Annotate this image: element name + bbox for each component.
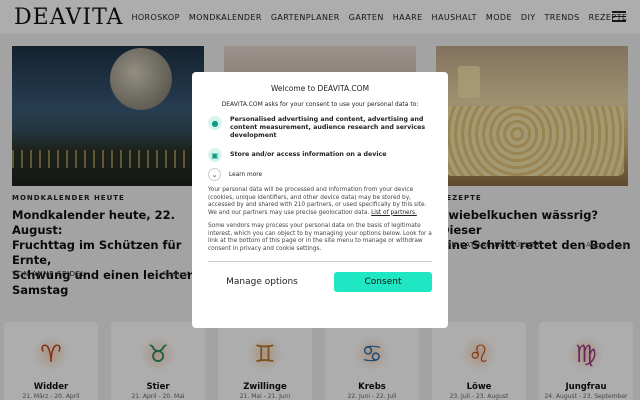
person-icon: ● (208, 116, 222, 130)
divider (208, 261, 432, 262)
purpose-storage-label: Store and/or access information on a dev… (230, 151, 387, 158)
consent-dialog: Welcome to DEAVITA.COM DEAVITA.COM asks … (192, 72, 448, 328)
purpose-advertising: ● Personalised advertising and content, … (208, 116, 432, 140)
purpose-storage: ▣ Store and/or access information on a d… (208, 148, 432, 162)
dialog-title: Welcome to DEAVITA.COM (270, 84, 370, 93)
manage-options-button[interactable]: Manage options (208, 272, 316, 292)
device-icon: ▣ (208, 148, 222, 162)
chevron-down-icon: ⌄ (208, 168, 221, 181)
consent-button[interactable]: Consent (334, 272, 432, 292)
purpose-advertising-label: Personalised advertising and content, ad… (230, 116, 426, 139)
learn-more-toggle[interactable]: ⌄ Learn more (208, 168, 432, 181)
learn-more-label: Learn more (229, 171, 263, 178)
consent-description: Your personal data will be processed and… (208, 187, 432, 217)
dialog-intro: DEAVITA.COM asks for your consent to use… (221, 101, 419, 108)
legitimate-interest-text: Some vendors may process your personal d… (208, 223, 432, 252)
dialog-actions: Manage options Consent (208, 272, 432, 292)
partners-link[interactable]: List of partners. (371, 210, 417, 216)
